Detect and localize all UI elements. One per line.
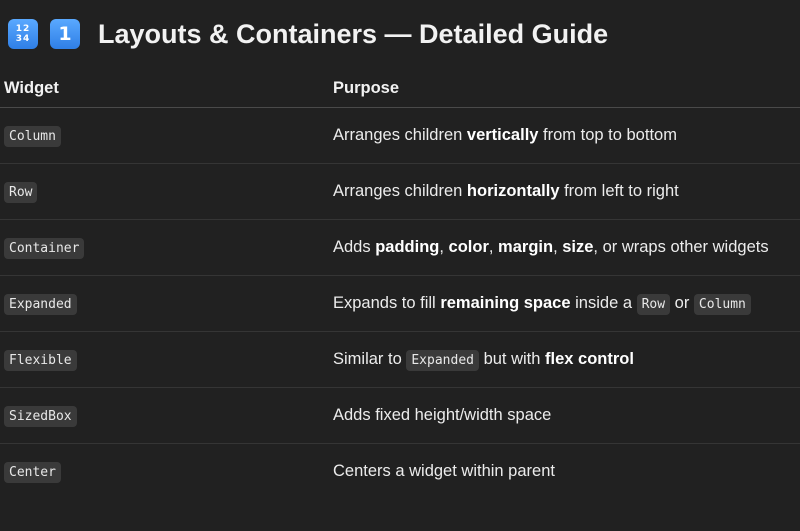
purpose-cell: Adds padding, color, margin, size, or wr… (333, 219, 800, 276)
purpose-text: Arranges children (333, 126, 467, 144)
page: 12 34 1 Layouts & Containers — Detailed G… (0, 0, 800, 531)
input-numbers-emoji-icon: 12 34 (8, 19, 38, 49)
purpose-cell: Adds fixed height/width space (333, 387, 800, 444)
purpose-text: or (670, 294, 694, 312)
emoji-digits-top: 12 (15, 24, 31, 34)
widget-cell: Center (0, 444, 333, 500)
purpose-text: from top to bottom (538, 126, 677, 144)
widget-name-code: SizedBox (4, 406, 77, 427)
purpose-text: Adds (333, 238, 376, 256)
widget-name-code: Row (4, 182, 38, 203)
purpose-bold-text: remaining space (440, 294, 571, 312)
purpose-text: from left to right (559, 182, 679, 200)
purpose-cell: Centers a widget within parent (333, 444, 800, 500)
input-numbers-emoji-digits: 12 34 (16, 24, 31, 44)
purpose-inline-code: Expanded (406, 350, 479, 371)
purpose-inline-code: Row (636, 294, 671, 315)
widget-name-code: Column (4, 126, 61, 147)
table-row: Container Adds padding, color, margin, si… (0, 219, 800, 276)
purpose-text: , (439, 238, 449, 256)
page-title: Layouts & Containers — Detailed Guide (98, 18, 609, 49)
purpose-cell: Arranges children vertically from top to… (333, 107, 800, 164)
keycap-one-emoji-digit: 1 (58, 23, 72, 45)
purpose-bold-text: horizontally (466, 182, 560, 200)
widget-name-code: Flexible (4, 350, 77, 371)
purpose-bold-text: vertically (466, 126, 539, 144)
purpose-bold-text: padding (375, 238, 440, 256)
column-header-widget: Widget (0, 70, 333, 108)
table-row: Expanded Expands to fill remaining space … (0, 275, 800, 332)
widget-cell: Column (0, 107, 333, 164)
purpose-text: Centers a widget within parent (333, 462, 555, 480)
widget-cell: Container (0, 219, 333, 276)
purpose-cell: Expands to fill remaining space inside a… (333, 275, 800, 332)
purpose-bold-text: color (448, 238, 489, 256)
widget-cell: Expanded (0, 275, 333, 332)
purpose-text: , (553, 238, 563, 256)
table-row: Row Arranges children horizontally from l… (0, 163, 800, 220)
widget-cell: SizedBox (0, 387, 333, 444)
purpose-text: , or wraps other widgets (593, 238, 769, 256)
purpose-bold-text: margin (498, 238, 554, 256)
widget-name-code: Container (4, 238, 85, 259)
table-row: Flexible Similar to Expanded but with fle… (0, 331, 800, 388)
table-row: Center Centers a widget within parent (0, 444, 800, 500)
purpose-text: Similar to (333, 350, 407, 368)
table-row: SizedBox Adds fixed height/width space (0, 387, 800, 444)
keycap-one-emoji-icon: 1 (50, 19, 80, 49)
purpose-text: but with (478, 350, 546, 368)
purpose-bold-text: flex control (545, 350, 634, 368)
widget-name-code: Expanded (4, 294, 77, 315)
purpose-text: inside a (570, 294, 637, 312)
purpose-cell: Arranges children horizontally from left… (333, 163, 800, 220)
purpose-inline-code: Column (693, 294, 751, 315)
column-header-purpose: Purpose (333, 70, 800, 108)
purpose-text: Adds fixed height/width space (333, 406, 552, 424)
widget-cell: Flexible (0, 331, 333, 388)
purpose-bold-text: size (562, 238, 594, 256)
purpose-cell: Similar to Expanded but with flex contro… (333, 331, 800, 388)
title-row: 12 34 1 Layouts & Containers — Detailed G… (8, 14, 608, 54)
purpose-text: Expands to fill (333, 294, 441, 312)
table-header-row: Widget Purpose (0, 70, 800, 108)
widgets-table: Widget Purpose Column Arranges children v… (0, 70, 800, 499)
table-row: Column Arranges children vertically from … (0, 107, 800, 164)
widget-name-code: Center (4, 462, 61, 483)
emoji-digits-bottom: 34 (15, 34, 31, 44)
widget-cell: Row (0, 163, 333, 220)
purpose-text: Arranges children (333, 182, 467, 200)
purpose-text: , (488, 238, 499, 256)
